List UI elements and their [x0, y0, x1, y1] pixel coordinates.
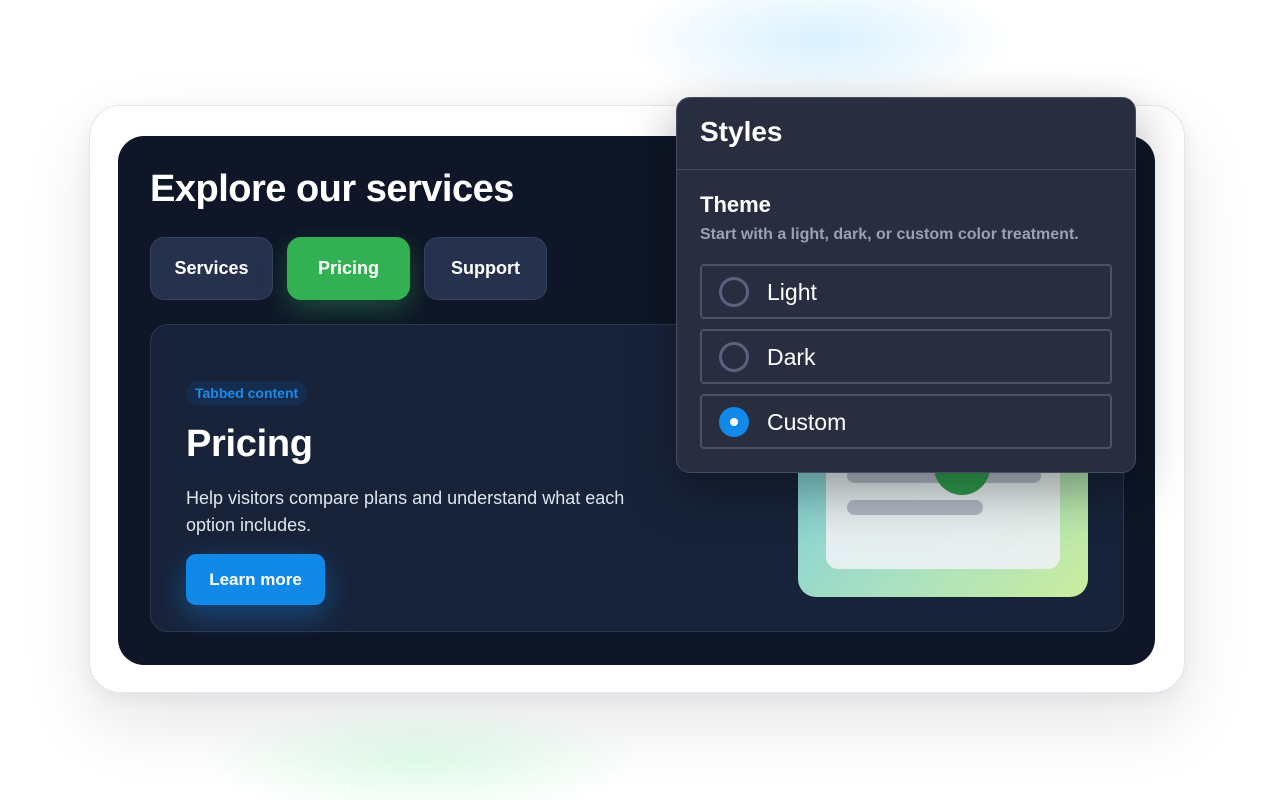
card-description: Help visitors compare plans and understa… — [186, 488, 625, 535]
theme-option-dark[interactable]: Dark — [700, 329, 1112, 384]
theme-option-label: Dark — [767, 344, 816, 370]
tabbed-content-badge: Tabbed content — [186, 381, 308, 406]
radio-unchecked-icon[interactable] — [719, 342, 749, 372]
theme-option-label: Light — [767, 279, 817, 305]
illustration-line — [847, 500, 983, 515]
theme-section-description: Start with a light, dark, or custom colo… — [700, 226, 1079, 243]
tab-services[interactable]: Services — [150, 237, 273, 300]
popover-divider — [677, 169, 1135, 170]
theme-option-label: Custom — [767, 409, 847, 435]
radio-checked-icon[interactable] — [719, 407, 749, 437]
theme-section-title: Theme — [700, 192, 771, 217]
popover-title: Styles — [700, 116, 783, 147]
tab-support[interactable]: Support — [424, 237, 547, 300]
card-title: Pricing — [186, 423, 313, 465]
section-heading: Explore our services — [150, 168, 514, 210]
tab-pricing[interactable]: Pricing — [287, 237, 410, 300]
theme-option-custom[interactable]: Custom — [700, 394, 1112, 449]
learn-more-button[interactable]: Learn more — [186, 554, 325, 605]
theme-option-light[interactable]: Light — [700, 264, 1112, 319]
styles-popover: Styles Theme Start with a light, dark, o… — [676, 97, 1136, 473]
radio-unchecked-icon[interactable] — [719, 277, 749, 307]
